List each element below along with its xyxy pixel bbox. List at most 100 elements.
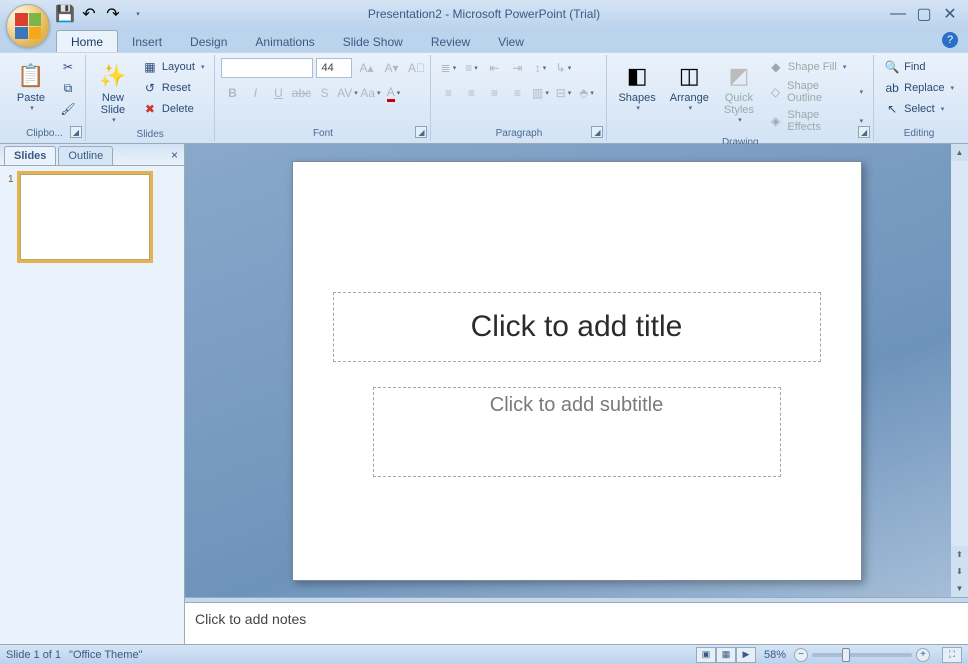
office-logo-icon: [15, 13, 41, 39]
slide-viewport[interactable]: Click to add title Click to add subtitle: [185, 144, 968, 597]
tab-review[interactable]: Review: [417, 31, 484, 52]
quick-styles-icon: ◩: [723, 60, 755, 92]
scroll-down-button[interactable]: ▼: [951, 580, 968, 597]
strikethrough-button[interactable]: abc: [290, 82, 312, 104]
paragraph-dialog-launcher[interactable]: ◢: [591, 126, 603, 138]
slide-canvas[interactable]: Click to add title Click to add subtitle: [292, 161, 862, 581]
tab-animations[interactable]: Animations: [241, 31, 328, 52]
layout-button[interactable]: ▦Layout: [138, 57, 209, 77]
zoom-in-button[interactable]: +: [916, 648, 930, 662]
restore-button[interactable]: ▢: [916, 6, 932, 22]
shape-outline-button[interactable]: ◇Shape Outline: [764, 78, 867, 106]
cut-button[interactable]: ✂: [56, 57, 80, 77]
notes-pane[interactable]: Click to add notes: [185, 602, 968, 644]
close-button[interactable]: ✕: [942, 6, 958, 22]
bullets-button[interactable]: ≣: [437, 57, 459, 79]
align-center-button[interactable]: ≡: [460, 82, 482, 104]
shape-effects-button[interactable]: ◈Shape Effects: [764, 107, 867, 135]
pane-tab-slides[interactable]: Slides: [4, 146, 56, 165]
save-icon[interactable]: 💾: [56, 5, 74, 23]
font-color-button[interactable]: A: [382, 82, 404, 104]
align-text-button[interactable]: ⊟: [552, 82, 574, 104]
vertical-scrollbar[interactable]: ▲ ⬆ ⬇ ▼: [951, 144, 968, 597]
thumbnail-item[interactable]: 1: [8, 174, 176, 260]
group-label-clipboard: Clipbo...: [10, 126, 79, 141]
font-family-combo[interactable]: [221, 58, 313, 78]
minimize-button[interactable]: —: [890, 6, 906, 22]
clear-formatting-button[interactable]: A⃠: [405, 57, 427, 79]
tab-insert[interactable]: Insert: [118, 31, 176, 52]
undo-icon[interactable]: ↶: [80, 5, 98, 23]
text-direction-button[interactable]: ↳: [552, 57, 574, 79]
smartart-convert-button[interactable]: ⬘: [575, 82, 597, 104]
pane-close-button[interactable]: ×: [171, 148, 178, 162]
redo-icon[interactable]: ↷: [104, 5, 122, 23]
help-icon[interactable]: ?: [942, 32, 958, 48]
sorter-view-button[interactable]: ▦: [716, 647, 736, 663]
new-slide-button[interactable]: ✨ New Slide: [92, 57, 134, 127]
underline-button[interactable]: U: [267, 82, 289, 104]
shrink-font-button[interactable]: A▾: [380, 57, 402, 79]
bold-button[interactable]: B: [221, 82, 243, 104]
fit-to-window-button[interactable]: ⛶: [942, 647, 962, 663]
shapes-button[interactable]: ◧Shapes: [613, 57, 660, 115]
select-button[interactable]: ↖Select: [880, 99, 958, 119]
group-paragraph: ≣ ≡ ⇤ ⇥ ↕ ↳ ≡ ≡ ≡ ≡ ▥ ⊟ ⬘ Paragraph ◢: [431, 55, 607, 141]
align-left-button[interactable]: ≡: [437, 82, 459, 104]
stage: Click to add title Click to add subtitle…: [185, 144, 968, 644]
zoom-out-button[interactable]: −: [794, 648, 808, 662]
office-button[interactable]: [6, 4, 50, 48]
find-icon: 🔍: [884, 59, 900, 75]
replace-button[interactable]: abReplace: [880, 78, 958, 98]
tab-design[interactable]: Design: [176, 31, 241, 52]
tab-view[interactable]: View: [484, 31, 538, 52]
arrange-button[interactable]: ◫Arrange: [665, 57, 714, 115]
subtitle-placeholder[interactable]: Click to add subtitle: [373, 387, 781, 477]
font-size-combo[interactable]: 44: [316, 58, 352, 78]
clipboard-dialog-launcher[interactable]: ◢: [70, 126, 82, 138]
shadow-button[interactable]: S: [313, 82, 335, 104]
columns-button[interactable]: ▥: [529, 82, 551, 104]
next-slide-button[interactable]: ⬇: [951, 563, 968, 580]
increase-indent-button[interactable]: ⇥: [506, 57, 528, 79]
thumbnail-list: 1: [0, 166, 184, 644]
title-bar: 💾 ↶ ↷ Presentation2 - Microsoft PowerPoi…: [0, 0, 968, 28]
grow-font-button[interactable]: A▴: [355, 57, 377, 79]
shape-fill-button[interactable]: ◆Shape Fill: [764, 57, 867, 77]
drawing-dialog-launcher[interactable]: ◢: [858, 126, 870, 138]
tab-home[interactable]: Home: [56, 30, 118, 52]
format-painter-button[interactable]: 🖌: [56, 99, 80, 119]
decrease-indent-button[interactable]: ⇤: [483, 57, 505, 79]
font-dialog-launcher[interactable]: ◢: [415, 126, 427, 138]
char-spacing-button[interactable]: AV: [336, 82, 358, 104]
layout-icon: ▦: [142, 59, 158, 75]
paste-button[interactable]: 📋 Paste: [10, 57, 52, 115]
title-placeholder[interactable]: Click to add title: [333, 292, 821, 362]
reset-button[interactable]: ↺Reset: [138, 78, 209, 98]
delete-button[interactable]: ✖Delete: [138, 99, 209, 119]
group-label-editing: Editing: [880, 126, 958, 141]
justify-button[interactable]: ≡: [506, 82, 528, 104]
line-spacing-button[interactable]: ↕: [529, 57, 551, 79]
thumbnail-preview[interactable]: [20, 174, 150, 260]
zoom-slider[interactable]: [812, 653, 912, 657]
slideshow-view-button[interactable]: ▶: [736, 647, 756, 663]
find-button[interactable]: 🔍Find: [880, 57, 958, 77]
prev-slide-button[interactable]: ⬆: [951, 546, 968, 563]
status-slide-info: Slide 1 of 1: [6, 649, 61, 661]
quick-styles-button[interactable]: ◩Quick Styles: [718, 57, 760, 127]
italic-button[interactable]: I: [244, 82, 266, 104]
pane-tab-outline[interactable]: Outline: [58, 146, 113, 165]
format-painter-icon: 🖌: [60, 101, 76, 117]
numbering-button[interactable]: ≡: [460, 57, 482, 79]
change-case-button[interactable]: Aa: [359, 82, 381, 104]
group-label-font: Font: [221, 126, 424, 141]
scroll-up-button[interactable]: ▲: [951, 144, 968, 161]
copy-button[interactable]: ⧉: [56, 78, 80, 98]
scroll-track[interactable]: [951, 161, 968, 546]
align-right-button[interactable]: ≡: [483, 82, 505, 104]
normal-view-button[interactable]: ▣: [696, 647, 716, 663]
qat-customize-icon[interactable]: [128, 5, 146, 23]
zoom-thumb[interactable]: [842, 648, 850, 662]
tab-slide-show[interactable]: Slide Show: [329, 31, 417, 52]
